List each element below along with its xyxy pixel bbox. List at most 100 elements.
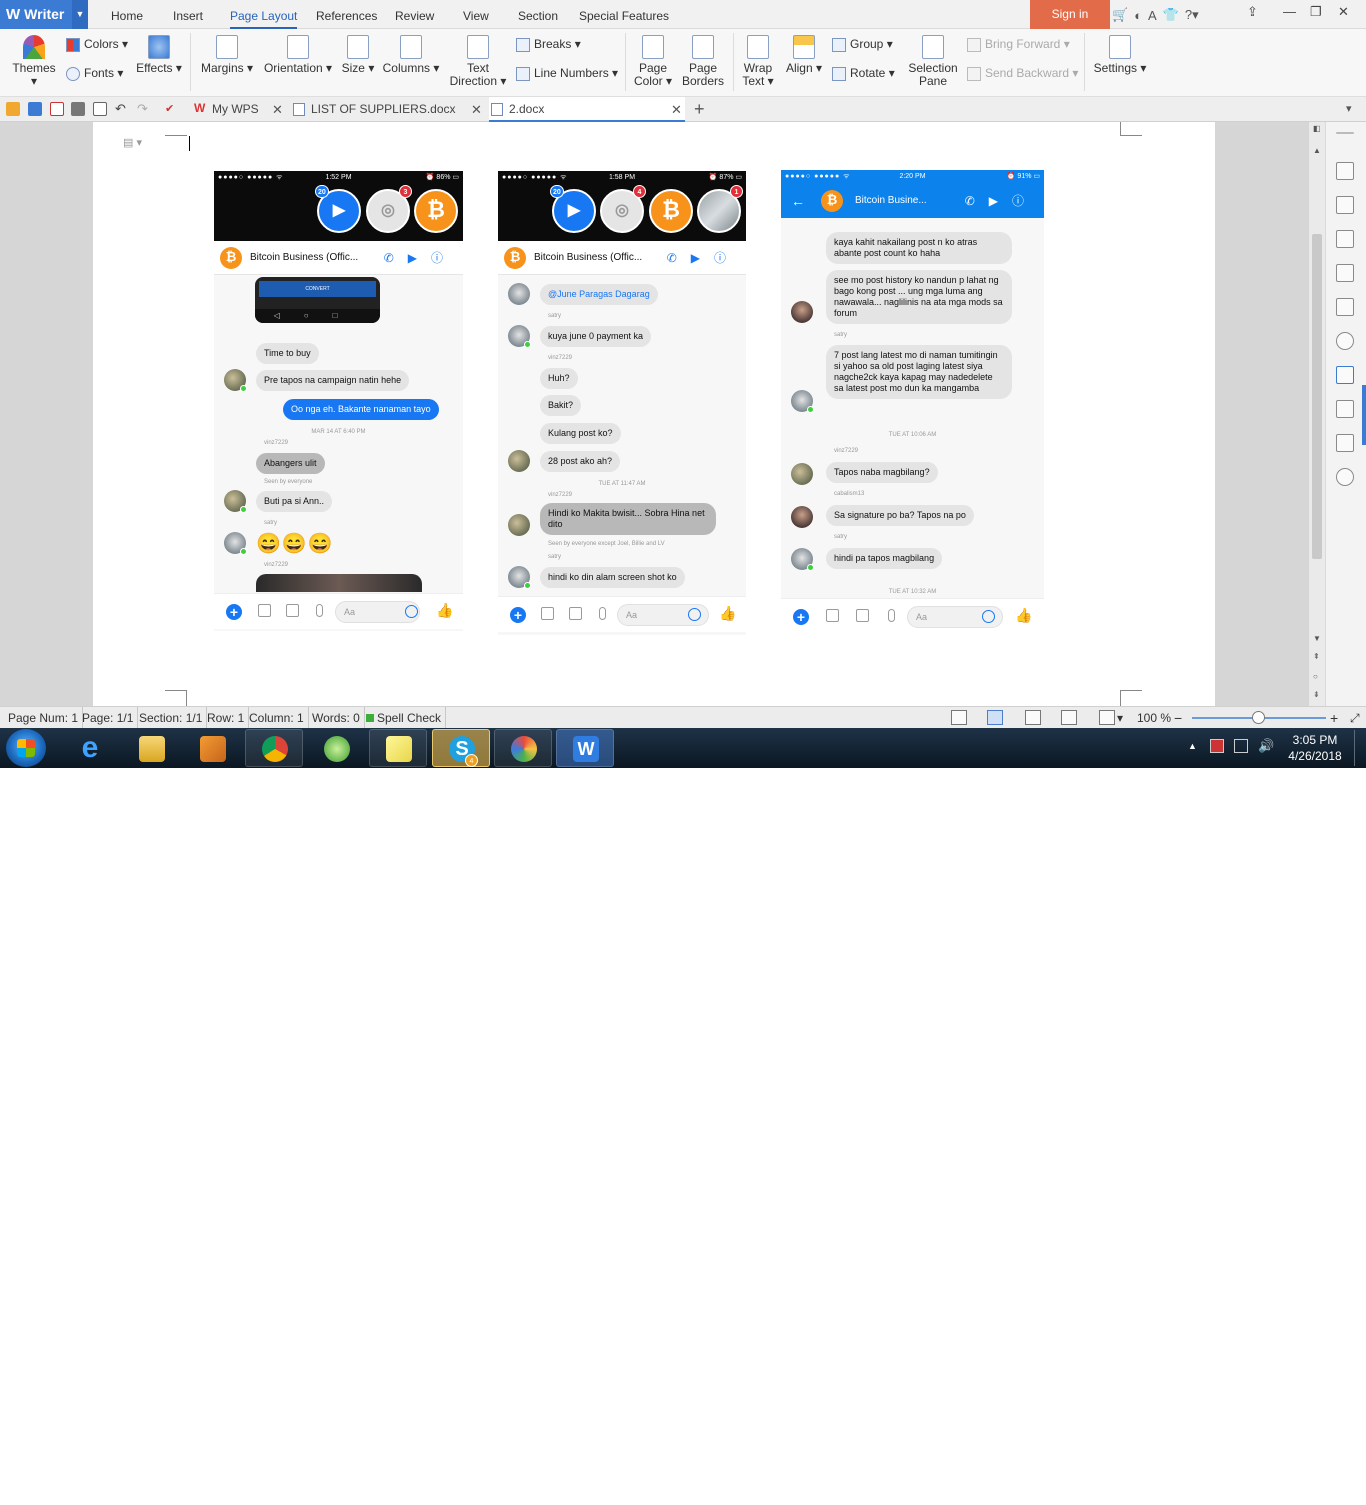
redo-icon[interactable]: ↷ [137, 102, 151, 116]
paragraph-options-icon[interactable]: ▤ ▾ [123, 136, 142, 149]
new-tab-icon[interactable]: + [694, 99, 705, 120]
close-icon[interactable]: ✕ [1338, 4, 1349, 20]
themes-button[interactable]: Themes ▾ [8, 35, 60, 88]
start-button[interactable] [6, 729, 46, 767]
gear-icon[interactable] [1336, 468, 1354, 486]
tab-review[interactable]: Review [395, 0, 434, 29]
export-pdf-icon[interactable] [50, 102, 64, 116]
align-button[interactable]: Align ▾ [784, 35, 824, 75]
select-icon[interactable] [1336, 230, 1354, 248]
zoom-slider-knob[interactable] [1252, 711, 1265, 724]
embedded-screenshot-2[interactable]: ●●●●○ ●●●●● ᯤ 1:58 PM ⏰ 87% ▭ ▶ 20 ◎ 4 ₿ 1… [498, 171, 746, 635]
web-view-icon[interactable] [1061, 710, 1077, 725]
close-tab-icon[interactable]: ✕ [272, 97, 283, 122]
tab-2-docx[interactable]: 2.docx ✕ [489, 97, 685, 122]
row-status[interactable]: Row: 1 [207, 707, 250, 729]
system-clock[interactable]: 3:05 PM 4/26/2018 [1278, 732, 1352, 764]
close-tab-icon[interactable]: ✕ [671, 97, 682, 122]
embedded-screenshot-1[interactable]: ●●●●○ ●●●●● ᯤ 1:52 PM ⏰ 86% ▭ ▶ 20 ◎ 3 ₿ ₿… [214, 171, 463, 631]
page-color-button[interactable]: Page Color ▾ [632, 35, 674, 88]
taskbar-wps-writer[interactable]: W [556, 729, 614, 767]
zoom-level[interactable]: 100 % [1137, 707, 1171, 729]
print-preview-icon[interactable] [93, 102, 107, 116]
fit-page-icon[interactable]: ⤢ [1350, 707, 1360, 729]
eye-protection-icon[interactable] [1099, 710, 1115, 725]
tab-view[interactable]: View [463, 0, 489, 29]
breaks-button[interactable]: Breaks ▾ [516, 35, 581, 53]
show-desktop-button[interactable] [1354, 730, 1362, 766]
skin-icon[interactable]: 👕 [1163, 7, 1179, 23]
taskbar-paint[interactable] [494, 729, 552, 767]
margins-button[interactable]: Margins ▾ [200, 35, 254, 75]
font-icon[interactable]: A [1148, 8, 1157, 23]
rotate-button[interactable]: Rotate ▾ [832, 64, 895, 82]
size-button[interactable]: Size ▾ [340, 35, 376, 75]
send-backward-button[interactable]: Send Backward ▾ [967, 64, 1078, 82]
open-folder-icon[interactable] [6, 102, 20, 116]
navigation-icon[interactable] [1336, 298, 1354, 316]
tab-page-layout[interactable]: Page Layout [230, 0, 298, 29]
page-borders-button[interactable]: Page Borders [680, 35, 726, 88]
taskbar-green-app[interactable] [307, 729, 365, 767]
tab-section[interactable]: Section [518, 0, 558, 29]
tab-list-of-suppliers[interactable]: LIST OF SUPPLIERS.docx ✕ [291, 97, 485, 122]
wrap-text-button[interactable]: Wrap Text ▾ [738, 35, 778, 88]
effects-button[interactable]: Effects ▾ [136, 35, 182, 75]
scroll-mode-icon[interactable]: ◧ [1313, 124, 1321, 133]
columns-button[interactable]: Columns ▾ [382, 35, 440, 75]
document-tools-icon[interactable] [1336, 264, 1354, 282]
save-icon[interactable] [28, 102, 42, 116]
collapse-handle[interactable] [1336, 132, 1354, 134]
previous-page-icon[interactable]: ⇞ [1313, 652, 1320, 661]
customize-toolbar-icon[interactable]: ✔ [165, 102, 179, 116]
sign-in-button[interactable]: Sign in [1030, 0, 1110, 29]
scroll-up-icon[interactable]: ▲ [1313, 146, 1321, 155]
shapes-icon[interactable] [1336, 434, 1354, 452]
network-icon[interactable] [1234, 739, 1248, 753]
words-status[interactable]: Words: 0 [312, 707, 365, 729]
taskbar-media-player[interactable] [183, 729, 241, 767]
comment-icon[interactable] [1336, 332, 1354, 350]
undo-icon[interactable]: ↶ [115, 102, 129, 116]
next-page-icon[interactable]: ⇟ [1313, 690, 1320, 699]
vertical-scrollbar[interactable]: ◧ ▲ ▼ ⇞ ○ ⇟ [1308, 122, 1325, 706]
full-screen-view-icon[interactable] [951, 710, 967, 725]
zoom-out-icon[interactable]: − [1174, 707, 1182, 729]
restore-icon[interactable]: ❐ [1310, 4, 1322, 20]
page-status[interactable]: Page: 1/1 [82, 707, 139, 729]
volume-icon[interactable]: 🔊 [1258, 738, 1274, 754]
tab-special-features[interactable]: Special Features [579, 0, 669, 29]
new-document-icon[interactable] [1336, 162, 1354, 180]
tab-insert[interactable]: Insert [173, 0, 203, 29]
column-status[interactable]: Column: 1 [249, 707, 309, 729]
document-page[interactable]: ▤ ▾ ●●●●○ ●●●●● ᯤ 1:52 PM ⏰ 86% ▭ ▶ 20 ◎ 3… [93, 122, 1215, 706]
orientation-button[interactable]: Orientation ▾ [262, 35, 334, 75]
minimize-icon[interactable]: — [1283, 4, 1296, 19]
tab-references[interactable]: References [316, 0, 377, 29]
settings-button[interactable]: Settings ▾ [1092, 35, 1148, 75]
spell-check-toggle[interactable]: Spell Check [366, 707, 447, 729]
show-hidden-icons[interactable]: ▲ [1188, 741, 1197, 751]
selection-pane-button[interactable]: Selection Pane [904, 35, 962, 88]
outline-view-icon[interactable] [1025, 710, 1041, 725]
ping-icon[interactable]: ◐ [1134, 8, 1142, 23]
document-blue-icon[interactable] [1336, 366, 1354, 384]
style-icon[interactable] [1336, 196, 1354, 214]
document-workspace[interactable]: ▤ ▾ ●●●●○ ●●●●● ᯤ 1:52 PM ⏰ 86% ▭ ▶ 20 ◎ 3… [0, 122, 1308, 706]
chevron-down-icon[interactable]: ▼ [72, 0, 88, 29]
taskbar-skype[interactable]: S4 [432, 729, 490, 767]
tab-menu-icon[interactable]: ▾ [1346, 102, 1360, 116]
taskbar-internet-explorer[interactable]: e [60, 729, 118, 767]
view-dropdown-icon[interactable]: ▾ [1117, 707, 1123, 729]
text-direction-button[interactable]: Text Direction ▾ [448, 35, 508, 88]
app-menu-button[interactable]: W Writer ▼ [0, 0, 88, 29]
select-browse-object-icon[interactable]: ○ [1313, 672, 1318, 681]
zoom-in-icon[interactable]: + [1330, 707, 1338, 729]
group-button[interactable]: Group ▾ [832, 35, 893, 53]
cart-icon[interactable]: 🛒 [1112, 7, 1128, 23]
taskbar-sticky-notes[interactable] [369, 729, 427, 767]
section-status[interactable]: Section: 1/1 [139, 707, 208, 729]
backup-icon[interactable] [1336, 400, 1354, 418]
embedded-screenshot-3[interactable]: ●●●●○ ●●●●● ᯤ 2:20 PM ⏰ 91% ▭ ← ₿ Bitcoi… [781, 170, 1044, 634]
page-view-icon[interactable] [987, 710, 1003, 725]
